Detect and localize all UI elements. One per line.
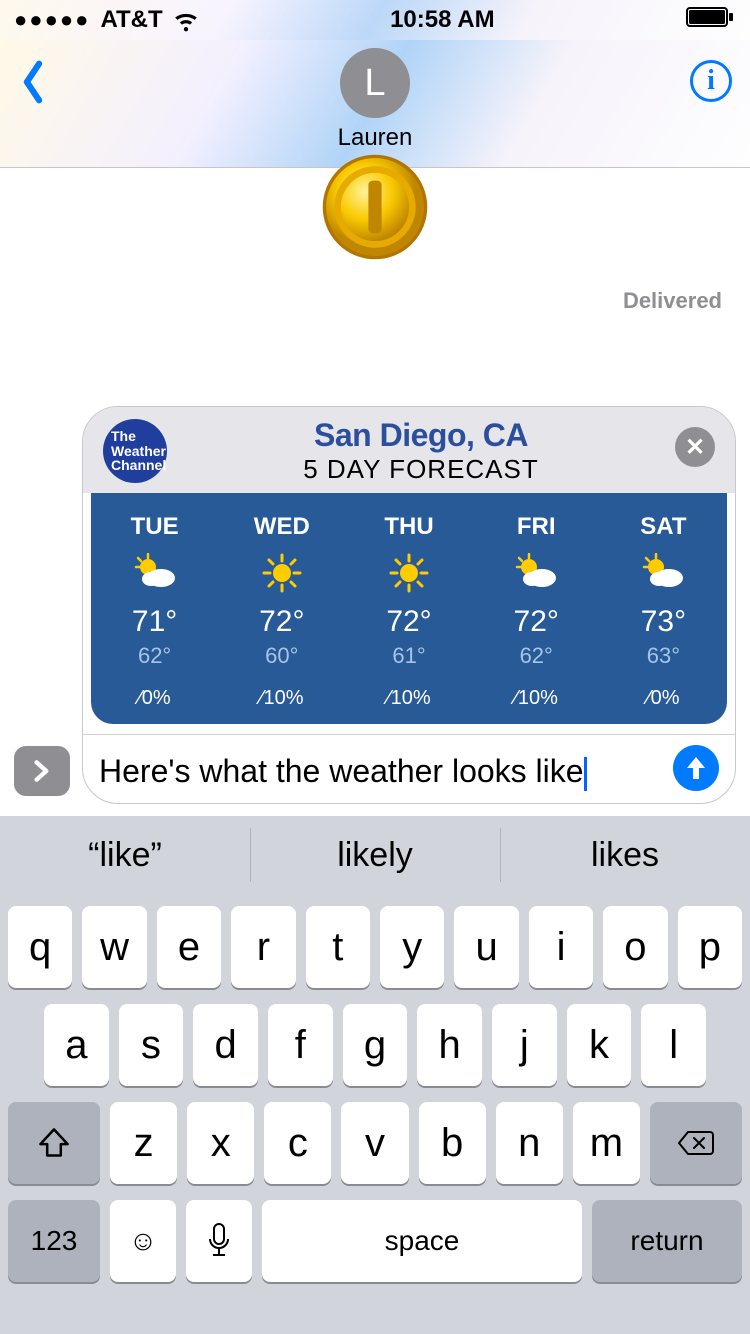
weather-icon (641, 551, 685, 595)
key-r[interactable]: r (231, 906, 295, 988)
predictive-bar: “like” likely likes (0, 816, 750, 894)
delivered-status: Delivered (623, 288, 722, 314)
clock: 10:58 AM (390, 6, 494, 34)
key-i[interactable]: i (529, 906, 593, 988)
key-e[interactable]: e (157, 906, 221, 988)
emoji-key[interactable]: ☺ (110, 1200, 176, 1282)
numbers-key[interactable]: 123 (8, 1200, 100, 1282)
prediction-1[interactable]: “like” (0, 816, 250, 894)
shift-key[interactable] (8, 1102, 100, 1184)
forecast-day: SAT 73° 63° ⁄0% (600, 513, 727, 710)
compose-bar: The Weather Channel San Diego, CA 5 DAY … (0, 406, 750, 816)
prediction-3[interactable]: likes (500, 816, 750, 894)
key-l[interactable]: l (641, 1004, 706, 1086)
forecast-day: THU 72° 61° ⁄10% (345, 513, 472, 710)
dictation-key[interactable] (186, 1200, 252, 1282)
weather-icon (514, 551, 558, 595)
forecast-grid: TUE71°62°⁄0%WED72°60°⁄10%THU72°61°⁄10%FR… (91, 493, 727, 724)
signal-dots: ●●●●● (14, 7, 90, 33)
battery-icon (686, 6, 736, 35)
message-text-input[interactable]: Here's what the weather looks like (99, 751, 673, 791)
key-m[interactable]: m (573, 1102, 640, 1184)
text-cursor (584, 757, 587, 791)
day-name: SAT (640, 513, 686, 541)
key-b[interactable]: b (419, 1102, 486, 1184)
precip-chance: ⁄10% (260, 687, 303, 710)
key-y[interactable]: y (380, 906, 444, 988)
back-button[interactable] (18, 46, 78, 104)
precip-chance: ⁄0% (138, 687, 170, 710)
high-temp: 71° (132, 605, 177, 639)
key-t[interactable]: t (306, 906, 370, 988)
key-x[interactable]: x (187, 1102, 254, 1184)
high-temp: 72° (514, 605, 559, 639)
day-name: TUE (131, 513, 179, 541)
key-z[interactable]: z (110, 1102, 177, 1184)
carrier-label: AT&T (100, 6, 162, 34)
low-temp: 62° (520, 643, 553, 669)
precip-chance: ⁄10% (387, 687, 430, 710)
high-temp: 72° (386, 605, 431, 639)
conversation-header: L Lauren i (0, 40, 750, 168)
message-input-bubble[interactable]: The Weather Channel San Diego, CA 5 DAY … (82, 406, 736, 804)
return-key[interactable]: return (592, 1200, 742, 1282)
weather-icon (389, 551, 429, 595)
app-drawer-button[interactable] (14, 746, 70, 796)
weather-attachment[interactable]: The Weather Channel San Diego, CA 5 DAY … (83, 407, 735, 724)
weather-icon (262, 551, 302, 595)
contact-name: Lauren (338, 124, 413, 152)
weather-channel-logo: The Weather Channel (103, 419, 167, 483)
key-j[interactable]: j (492, 1004, 557, 1086)
key-a[interactable]: a (44, 1004, 109, 1086)
key-q[interactable]: q (8, 906, 72, 988)
status-bar: ●●●●● AT&T 10:58 AM (0, 0, 750, 40)
close-icon: ✕ (685, 433, 705, 462)
high-temp: 73° (641, 605, 686, 639)
info-icon: i (690, 60, 732, 102)
low-temp: 63° (647, 643, 680, 669)
key-p[interactable]: p (678, 906, 742, 988)
forecast-day: FRI 72° 62° ⁄10% (473, 513, 600, 710)
key-s[interactable]: s (119, 1004, 184, 1086)
high-temp: 72° (259, 605, 304, 639)
low-temp: 60° (265, 643, 298, 669)
key-k[interactable]: k (567, 1004, 632, 1086)
space-key[interactable]: space (262, 1200, 582, 1282)
day-name: FRI (517, 513, 556, 541)
key-n[interactable]: n (496, 1102, 563, 1184)
key-d[interactable]: d (193, 1004, 258, 1086)
key-o[interactable]: o (603, 906, 667, 988)
key-f[interactable]: f (268, 1004, 333, 1086)
wifi-icon (173, 7, 199, 33)
day-name: THU (384, 513, 433, 541)
key-g[interactable]: g (343, 1004, 408, 1086)
keyboard: “like” likely likes qwertyuiop asdfghjkl… (0, 816, 750, 1334)
precip-chance: ⁄0% (647, 687, 679, 710)
contact-avatar: L (340, 48, 410, 118)
key-v[interactable]: v (341, 1102, 408, 1184)
key-w[interactable]: w (82, 906, 146, 988)
coin-sticker[interactable] (320, 152, 430, 262)
weather-subtitle: 5 DAY FORECAST (167, 454, 675, 485)
forecast-day: WED 72° 60° ⁄10% (218, 513, 345, 710)
key-c[interactable]: c (264, 1102, 331, 1184)
backspace-key[interactable] (650, 1102, 742, 1184)
weather-icon (133, 551, 177, 595)
prediction-2[interactable]: likely (250, 816, 500, 894)
precip-chance: ⁄10% (515, 687, 558, 710)
low-temp: 62° (138, 643, 171, 669)
details-button[interactable]: i (672, 46, 732, 102)
weather-card-header: The Weather Channel San Diego, CA 5 DAY … (83, 407, 735, 493)
day-name: WED (254, 513, 310, 541)
arrow-up-icon (685, 755, 707, 781)
remove-attachment-button[interactable]: ✕ (675, 427, 715, 467)
contact-info[interactable]: L Lauren (78, 46, 672, 152)
send-button[interactable] (673, 745, 719, 791)
key-h[interactable]: h (417, 1004, 482, 1086)
conversation-thread[interactable]: Delivered (0, 168, 750, 406)
weather-location: San Diego, CA (167, 417, 675, 454)
low-temp: 61° (392, 643, 425, 669)
key-u[interactable]: u (454, 906, 518, 988)
forecast-day: TUE 71° 62° ⁄0% (91, 513, 218, 710)
